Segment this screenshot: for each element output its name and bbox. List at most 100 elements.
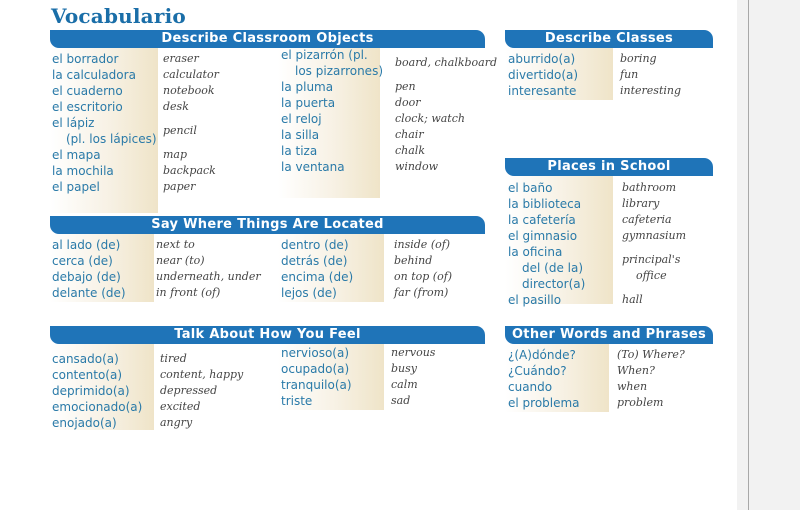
vocab-definition: inside (of) — [394, 238, 451, 251]
vocab-term: el mapa — [52, 148, 101, 162]
vocab-term: cuando — [508, 380, 553, 394]
vocab-definition: When? — [617, 364, 655, 377]
vocab-definition: principal's office — [622, 253, 681, 282]
vocab-term: la calculadora — [52, 68, 136, 82]
vocab-term: ocupado(a) — [281, 362, 350, 376]
vocab-term: delante (de) — [52, 286, 126, 300]
vocab-term: el lápiz (pl. los lápices) — [52, 116, 157, 146]
section-body: el borrador eraser la calculadora calculato… — [50, 48, 497, 213]
vocab-term: ¿(A)dónde? — [508, 348, 576, 362]
vocab-term: el cuaderno — [52, 84, 123, 98]
vocab-term: el reloj — [281, 112, 322, 126]
vocab-definition: boring — [620, 52, 657, 65]
section-body: el baño bathroom la biblioteca library la ca… — [505, 176, 713, 307]
vocab-definition: pen — [395, 80, 416, 93]
vocab-term: interesante — [508, 84, 577, 98]
vocab-term: el borrador — [52, 52, 119, 66]
vocab-definition: door — [395, 96, 421, 109]
vocab-definition: calm — [391, 378, 418, 391]
vocab-term: ¿Cuándo? — [508, 364, 567, 378]
section-header: Places in School — [505, 158, 713, 176]
vocab-term: el pasillo — [508, 293, 562, 307]
vocab-definition: library — [622, 197, 660, 210]
vocab-term: enojado(a) — [52, 416, 117, 430]
side-panel — [737, 0, 800, 510]
vocab-term: triste — [281, 394, 313, 408]
vocab-definition: excited — [160, 400, 201, 413]
section-body: cansado(a) tired contento(a) content, happy… — [50, 344, 485, 434]
vocab-term: deprimido(a) — [52, 384, 130, 398]
section-body: aburrido(a) boring divertido(a) fun interesa… — [505, 48, 713, 103]
section-header: Describe Classes — [505, 30, 713, 48]
vocab-term: el pizarrón (pl. los pizarrones) — [281, 48, 384, 78]
vocab-definition: cafeteria — [622, 213, 672, 226]
vocab-definition: fun — [620, 68, 639, 81]
vocab-definition: interesting — [620, 84, 682, 97]
vocab-term: divertido(a) — [508, 68, 579, 82]
vocab-term: el escritorio — [52, 100, 123, 114]
vocab-definition: in front (of) — [156, 286, 221, 299]
vocab-definition: when — [617, 380, 648, 393]
vocab-term: emocionado(a) — [52, 400, 143, 414]
section-other-words: Other Words and Phrases ¿(A)dónde? (To) W… — [505, 326, 713, 414]
section-describe-classes: Describe Classes aburrido(a) boring divert… — [505, 30, 713, 103]
vocab-definition: underneath, under — [156, 270, 261, 283]
vocab-definition: (To) Where? — [617, 348, 685, 361]
vocab-definition: gymnasium — [622, 229, 687, 242]
vocab-term: la biblioteca — [508, 197, 582, 211]
vocab-definition: chair — [395, 128, 424, 141]
section-classroom-objects: Describe Classroom Objects el borrador er… — [50, 30, 497, 213]
section-body: al lado (de) next to cerca (de) near (to) de… — [50, 234, 485, 304]
vocab-definition: calculator — [163, 68, 219, 81]
vocab-term: el baño — [508, 181, 553, 195]
vocab-definition: window — [395, 160, 439, 173]
vocab-definition: on top (of) — [394, 270, 453, 283]
vocab-definition: busy — [391, 362, 417, 375]
vocab-term: el gimnasio — [508, 229, 578, 243]
vocab-term: la puerta — [281, 96, 336, 110]
vocab-term: la silla — [281, 128, 320, 142]
section-header: Other Words and Phrases — [505, 326, 713, 344]
vocab-term: la oficina del (de la) director(a) — [508, 245, 586, 291]
vocab-definition: board, chalkboard — [395, 56, 498, 69]
vocab-definition: tired — [160, 352, 187, 365]
vocab-definition: bathroom — [622, 181, 677, 194]
vocab-definition: behind — [394, 254, 433, 267]
vocab-definition: sad — [391, 394, 411, 407]
vocab-definition: pencil — [163, 124, 197, 137]
vocab-term: la tiza — [281, 144, 318, 158]
vocab-term: el problema — [508, 396, 580, 410]
section-body: ¿(A)dónde? (To) Where? ¿Cuándo? When? cuando… — [505, 344, 713, 414]
vocab-definition: depressed — [160, 384, 218, 397]
vocab-definition: notebook — [163, 84, 215, 97]
vocab-definition: content, happy — [160, 368, 244, 381]
vocab-term: contento(a) — [52, 368, 123, 382]
vocab-term: aburrido(a) — [508, 52, 576, 66]
vocab-term: el papel — [52, 180, 100, 194]
vocab-term: cansado(a) — [52, 352, 119, 366]
vocab-definition: map — [163, 148, 188, 161]
section-header: Talk About How You Feel — [50, 326, 485, 344]
vocab-term: tranquilo(a) — [281, 378, 352, 392]
vocab-term: encima (de) — [281, 270, 354, 284]
section-feelings: Talk About How You Feel cansado(a) tired c… — [50, 326, 485, 434]
vocab-definition: paper — [163, 180, 196, 193]
vocab-term: la ventana — [281, 160, 345, 174]
vocab-term: la cafetería — [508, 213, 576, 227]
vocab-term: detrás (de) — [281, 254, 348, 268]
vocab-definition: angry — [160, 416, 193, 429]
vocab-term: debajo (de) — [52, 270, 121, 284]
vocab-term: nervioso(a) — [281, 346, 350, 360]
vocab-definition: clock; watch — [395, 112, 465, 125]
vocab-definition: backpack — [163, 164, 216, 177]
vocab-definition: hall — [622, 293, 643, 306]
page-title: Vocabulario — [51, 4, 186, 28]
vocab-term: lejos (de) — [281, 286, 337, 300]
section-header: Say Where Things Are Located — [50, 216, 485, 234]
vocab-definition: nervous — [391, 346, 436, 359]
vocab-definition: chalk — [395, 144, 425, 157]
vocab-definition: desk — [163, 100, 189, 113]
vocab-definition: problem — [617, 396, 664, 409]
vocab-term: dentro (de) — [281, 238, 349, 252]
vocab-term: cerca (de) — [52, 254, 113, 268]
